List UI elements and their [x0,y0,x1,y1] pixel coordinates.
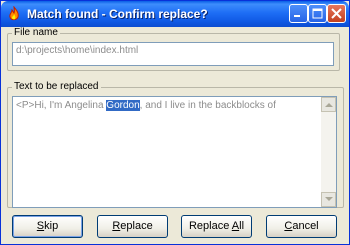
scroll-up-button[interactable] [321,97,336,112]
maximize-button[interactable] [308,4,327,23]
file-name-field: d:\projects\home\index.html [12,42,334,66]
skip-button[interactable]: Skip [12,215,83,238]
replace-all-label-pre: Replace [188,220,232,232]
confirm-replace-dialog: Match found - Confirm replace? File name… [0,0,350,245]
file-name-label: File name [12,27,60,38]
text-preview: <P>Hi, I'm Angelina Gordon, and I live i… [16,100,276,111]
close-button[interactable] [327,4,346,23]
scroll-down-icon [325,197,333,201]
scroll-up-icon [325,103,333,107]
matched-text: Gordon [106,100,140,111]
title-bar[interactable]: Match found - Confirm replace? [1,1,349,27]
text-before-match: <P>Hi, I'm Angelina [16,100,107,111]
vertical-scrollbar[interactable] [321,97,336,207]
scroll-down-button[interactable] [321,192,336,207]
replace-button[interactable]: Replace [97,215,168,238]
minimize-icon [294,15,300,17]
app-flame-icon [6,5,22,22]
file-name-group: File name d:\projects\home\index.html [7,27,340,71]
cancel-label: ancel [292,220,319,232]
file-name-value: d:\projects\home\index.html [16,45,139,56]
replace-all-button[interactable]: Replace All [181,215,252,238]
maximize-icon [312,8,323,19]
text-preview-area[interactable]: <P>Hi, I'm Angelina Gordon, and I live i… [12,96,337,208]
text-after-match: , and I live in the backblocks of [139,100,276,111]
skip-label: kip [44,220,59,232]
minimize-button[interactable] [289,4,308,23]
text-to-replace-group: Text to be replaced <P>Hi, I'm Angelina … [7,81,344,208]
replace-label: eplace [120,220,153,232]
cancel-button[interactable]: Cancel [266,215,337,238]
window-title: Match found - Confirm replace? [27,7,208,21]
text-to-replace-label: Text to be replaced [12,81,101,92]
close-icon [331,8,342,19]
replace-all-label-rest: ll [239,220,245,232]
